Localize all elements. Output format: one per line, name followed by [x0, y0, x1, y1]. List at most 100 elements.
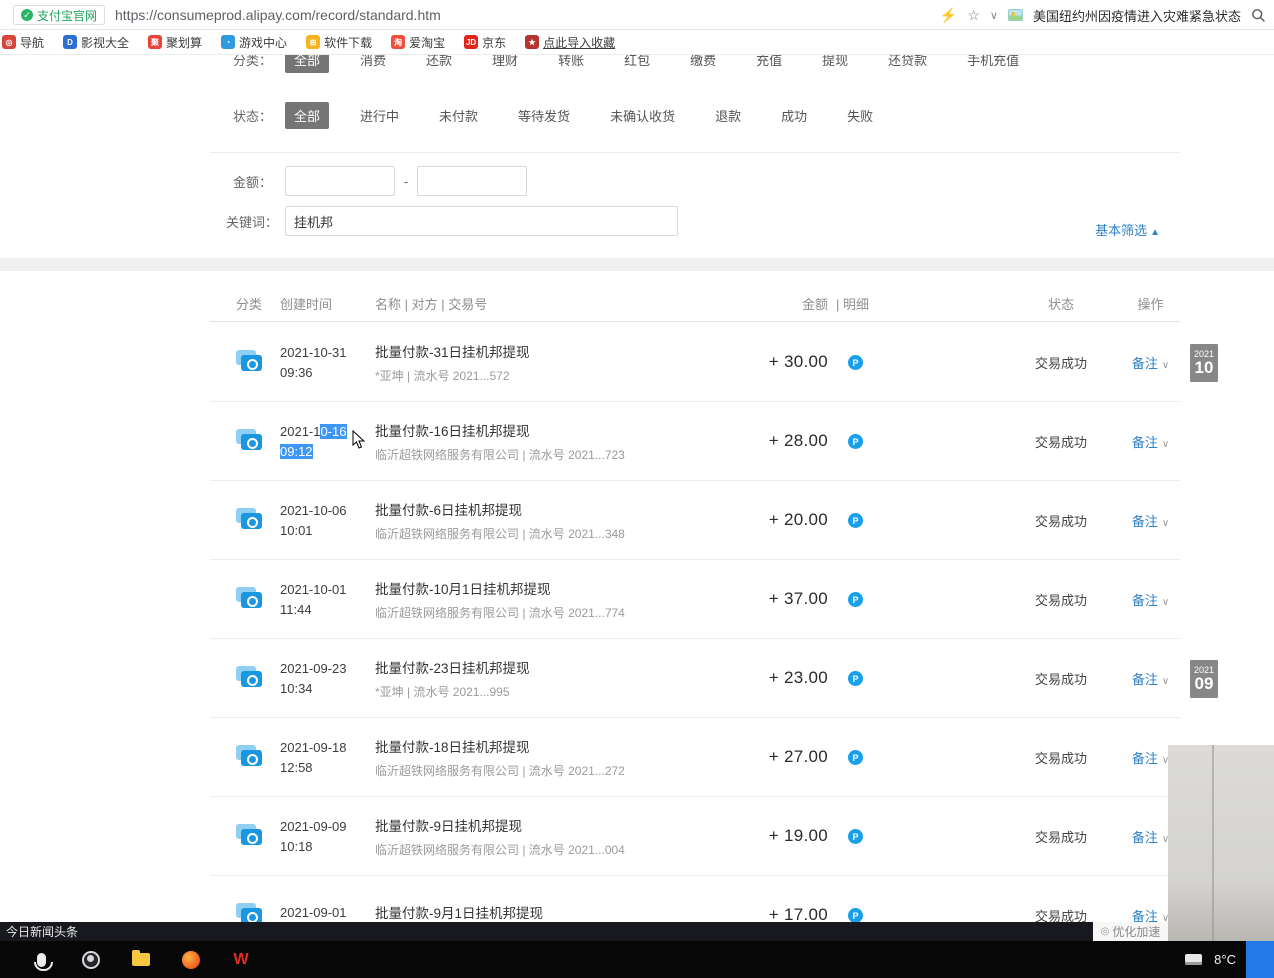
bookmark-item[interactable]: D 影视大全 — [63, 34, 129, 51]
remark-button[interactable]: 备注∨ — [1121, 590, 1180, 609]
bookmark-item[interactable]: ◔ 游戏中心 — [221, 34, 287, 51]
order-title[interactable]: 批量付款-9月1日挂机邦提现 — [375, 902, 730, 922]
lightning-icon[interactable]: ⚡ — [940, 8, 957, 22]
status-tab[interactable]: 成功 — [772, 102, 816, 129]
detail-icon[interactable]: P — [848, 750, 863, 765]
order-party: 临沂超铁网络服务有限公司 | 流水号 2021...723 — [375, 446, 730, 463]
status-cell: 交易成功 — [1001, 511, 1121, 530]
created-time-cell: 2021-09-09 10:18 — [280, 819, 375, 854]
batch-payment-icon — [236, 350, 262, 372]
star-bookmark-icon[interactable]: ☆ — [967, 8, 980, 22]
browser-app-icon[interactable] — [180, 949, 202, 971]
created-time-cell: 2021-10-01 11:44 — [280, 582, 375, 617]
status-tab[interactable]: 未付款 — [430, 102, 487, 129]
news-ticker-label[interactable]: 今日新闻头条 — [0, 923, 78, 940]
amount-range-dash: - — [404, 174, 408, 189]
status-tab[interactable]: 未确认收货 — [601, 102, 684, 129]
detail-icon[interactable]: P — [848, 908, 863, 923]
category-tab[interactable]: 还款 — [417, 55, 461, 73]
bookmark-item[interactable]: JD 京东 — [464, 34, 506, 51]
category-tab[interactable]: 手机充值 — [958, 55, 1028, 73]
amount-min-input[interactable] — [285, 166, 395, 196]
detail-icon[interactable]: P — [848, 513, 863, 528]
header-name: 名称 | 对方 | 交易号 — [375, 294, 730, 313]
bookmark-item[interactable]: ◎ 导航 — [2, 34, 44, 51]
keyword-input[interactable] — [285, 206, 678, 236]
remark-button[interactable]: 备注∨ — [1121, 669, 1180, 688]
order-title[interactable]: 批量付款-18日挂机邦提现 — [375, 736, 730, 756]
temperature-readout[interactable]: 8°C — [1214, 952, 1236, 967]
remark-button[interactable]: 备注∨ — [1121, 353, 1180, 372]
category-tab[interactable]: 理财 — [483, 55, 527, 73]
site-verified-badge[interactable]: ✓ 支付宝官网 — [13, 5, 105, 25]
amount-cell: + 28.00 — [730, 431, 828, 451]
category-tab[interactable]: 充值 — [747, 55, 791, 73]
amount-max-input[interactable] — [417, 166, 527, 196]
created-time-cell: 2021-10-31 09:36 — [280, 345, 375, 380]
obs-icon[interactable] — [80, 949, 102, 971]
batch-payment-icon — [236, 587, 262, 609]
bookmark-item[interactable]: ⊞ 软件下载 — [306, 34, 372, 51]
bookmark-icon: ◎ — [2, 35, 16, 49]
bookmarks-bar: ◎ 导航 D 影视大全 聚 聚划算 ◔ 游戏中心 ⊞ 软件下载 淘 爱淘宝 JD… — [0, 30, 1274, 55]
detail-icon[interactable]: P — [848, 829, 863, 844]
order-title[interactable]: 批量付款-9日挂机邦提现 — [375, 815, 730, 835]
amount-cell: + 20.00 — [730, 510, 828, 530]
basic-filter-toggle[interactable]: 基本筛选▲ — [1095, 220, 1160, 239]
microphone-icon[interactable] — [30, 949, 52, 971]
table-row: 2021-09-23 10:34 批量付款-23日挂机邦提现 *亚坤 | 流水号… — [210, 639, 1180, 718]
url-field[interactable]: https://consumeprod.alipay.com/record/st… — [115, 7, 441, 23]
status-cell: 交易成功 — [1001, 353, 1121, 372]
category-tab[interactable]: 全部 — [285, 55, 329, 73]
status-tab[interactable]: 失败 — [838, 102, 882, 129]
detail-icon[interactable]: P — [848, 671, 863, 686]
wps-icon[interactable]: W — [230, 949, 252, 971]
order-title[interactable]: 批量付款-10月1日挂机邦提现 — [375, 578, 730, 598]
amount-cell: + 19.00 — [730, 826, 828, 846]
chevron-down-icon[interactable]: ∨ — [990, 9, 998, 22]
status-filter: 状态： 全部 进行中 未付款 等待发货 未确认收货 退款 成功 失败 — [233, 102, 882, 129]
news-thumbnail-icon[interactable] — [1008, 9, 1023, 21]
weather-widget[interactable] — [1246, 941, 1274, 978]
header-amount: 金额 — [730, 294, 828, 313]
category-tab[interactable]: 消费 — [351, 55, 395, 73]
amount-label: 金额： — [233, 172, 285, 191]
speed-boost-button[interactable]: ◎ 优化加速 — [1093, 922, 1168, 941]
category-tab[interactable]: 还贷款 — [879, 55, 936, 73]
header-detail: | 明细 — [828, 294, 1001, 313]
file-explorer-icon[interactable] — [130, 949, 152, 971]
header-category: 分类 — [210, 294, 280, 313]
status-tab[interactable]: 全部 — [285, 102, 329, 129]
detail-icon[interactable]: P — [848, 355, 863, 370]
detail-icon[interactable]: P — [848, 592, 863, 607]
bookmark-icon: JD — [464, 35, 478, 49]
detail-icon[interactable]: P — [848, 434, 863, 449]
status-tab[interactable]: 退款 — [706, 102, 750, 129]
remark-button[interactable]: 备注∨ — [1121, 432, 1180, 451]
remark-button[interactable]: 备注∨ — [1121, 511, 1180, 530]
windows-taskbar: W 8°C — [0, 941, 1274, 978]
amount-cell: + 23.00 — [730, 668, 828, 688]
order-title[interactable]: 批量付款-6日挂机邦提现 — [375, 499, 730, 519]
search-icon[interactable] — [1251, 8, 1266, 23]
bookmark-icon: ★ — [525, 35, 539, 49]
bookmark-item[interactable]: 聚 聚划算 — [148, 34, 202, 51]
order-title[interactable]: 批量付款-16日挂机邦提现 — [375, 420, 730, 440]
bookmark-item[interactable]: ★ 点此导入收藏 — [525, 34, 615, 51]
boost-icon: ◎ — [1101, 926, 1110, 937]
category-tab[interactable]: 缴费 — [681, 55, 725, 73]
bookmark-item[interactable]: 淘 爱淘宝 — [391, 34, 445, 51]
status-tab[interactable]: 进行中 — [351, 102, 408, 129]
status-cell: 交易成功 — [1001, 748, 1121, 767]
category-tab[interactable]: 提现 — [813, 55, 857, 73]
order-title[interactable]: 批量付款-23日挂机邦提现 — [375, 657, 730, 677]
keyboard-icon[interactable] — [1185, 954, 1202, 965]
category-tab[interactable]: 红包 — [615, 55, 659, 73]
status-tab[interactable]: 等待发货 — [509, 102, 579, 129]
news-ticker-bar: 今日新闻头条 ◎ 优化加速 — [0, 922, 1274, 941]
category-tab[interactable]: 转账 — [549, 55, 593, 73]
order-title[interactable]: 批量付款-31日挂机邦提现 — [375, 341, 730, 361]
table-row: 2021-10-01 11:44 批量付款-10月1日挂机邦提现 临沂超铁网络服… — [210, 560, 1180, 639]
status-cell: 交易成功 — [1001, 432, 1121, 451]
news-headline[interactable]: 美国纽约州因疫情进入灾难紧急状态 — [1033, 6, 1241, 25]
